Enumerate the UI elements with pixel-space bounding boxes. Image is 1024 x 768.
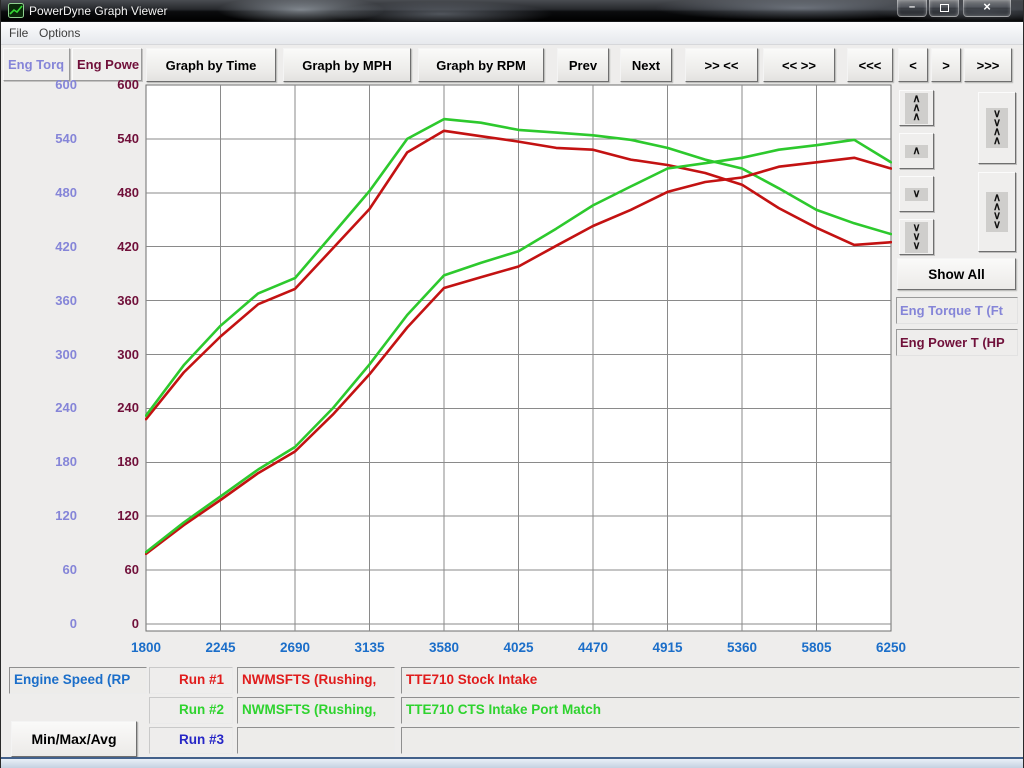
- power-axis-tick: 420: [81, 239, 139, 254]
- graph-by-mph-button[interactable]: Graph by MPH: [283, 48, 411, 82]
- legend-power-channel[interactable]: Eng Power T (HP: [896, 329, 1018, 356]
- x-axis-tick: 4470: [563, 640, 623, 655]
- scale-down-fast-button[interactable]: ∨∨∨: [899, 219, 934, 255]
- x-axis-tick: 1800: [116, 640, 176, 655]
- torque-axis-tick: 540: [19, 131, 77, 146]
- torque-axis-tick: 360: [19, 293, 77, 308]
- zoom-out-x-button[interactable]: << >>: [763, 48, 835, 82]
- run-description-field-3[interactable]: [401, 727, 1020, 754]
- torque-axis-tick: 240: [19, 400, 77, 415]
- x-axis-tick: 3135: [340, 640, 400, 655]
- scale-down-button[interactable]: ∨: [899, 176, 934, 212]
- power-axis-tick: 180: [81, 454, 139, 469]
- torque-axis-tick: 480: [19, 185, 77, 200]
- prev-button[interactable]: Prev: [557, 48, 609, 82]
- x-axis-tick: 4915: [638, 640, 698, 655]
- x-axis-tick: 6250: [861, 640, 921, 655]
- scroll-left-fast-button[interactable]: <<<: [847, 48, 893, 82]
- scale-up-fast-button[interactable]: ∧∧∧: [899, 90, 934, 126]
- graph-by-rpm-button[interactable]: Graph by RPM: [418, 48, 544, 82]
- dyno-chart: [145, 84, 892, 632]
- torque-axis-tick: 300: [19, 347, 77, 362]
- scroll-left-button[interactable]: <: [898, 48, 928, 82]
- powerdyne-window: PowerDyne Graph Viewer – × File Options …: [0, 0, 1024, 768]
- run-comment-field-2[interactable]: NWMSFTS (Rushing,: [237, 697, 395, 724]
- power-axis-tick: 300: [81, 347, 139, 362]
- power-axis-tick: 600: [81, 77, 139, 92]
- menu-options[interactable]: Options: [39, 26, 80, 40]
- menu-file[interactable]: File: [9, 26, 28, 40]
- power-axis-tick: 0: [81, 616, 139, 631]
- legend-torque-channel[interactable]: Eng Torque T (Ft: [896, 297, 1018, 324]
- next-button[interactable]: Next: [620, 48, 672, 82]
- window-bottom-edge: [1, 757, 1024, 768]
- close-button[interactable]: ×: [963, 0, 1011, 17]
- title-bar: PowerDyne Graph Viewer – ×: [1, 0, 1024, 22]
- power-axis-tick: 240: [81, 400, 139, 415]
- power-axis-tick: 540: [81, 131, 139, 146]
- run-comment-field-3[interactable]: [237, 727, 395, 754]
- power-axis-tick: 60: [81, 562, 139, 577]
- run-label-3: Run #3: [149, 727, 233, 754]
- scroll-right-fast-button[interactable]: >>>: [964, 48, 1012, 82]
- torque-axis-tick: 600: [19, 77, 77, 92]
- menu-bar: File Options: [1, 22, 1024, 45]
- minimize-button[interactable]: –: [897, 0, 927, 17]
- run-comment-field-1[interactable]: NWMSFTS (Rushing,: [237, 667, 395, 694]
- compress-y-button[interactable]: ∨∨∧∧: [978, 92, 1016, 164]
- run-description-field-1[interactable]: TTE710 Stock Intake: [401, 667, 1020, 694]
- x-axis-tick: 3580: [414, 640, 474, 655]
- x-axis-tick: 2690: [265, 640, 325, 655]
- x-axis-tick: 4025: [489, 640, 549, 655]
- torque-axis-tick: 60: [19, 562, 77, 577]
- power-axis-tick: 120: [81, 508, 139, 523]
- run-label-1: Run #1: [149, 667, 233, 694]
- scale-up-button[interactable]: ∧: [899, 133, 934, 169]
- x-axis-tick: 5360: [712, 640, 772, 655]
- app-icon: [8, 3, 24, 18]
- window-title: PowerDyne Graph Viewer: [29, 4, 168, 18]
- run-description-field-2[interactable]: TTE710 CTS Intake Port Match: [401, 697, 1020, 724]
- x-axis-tick: 5805: [787, 640, 847, 655]
- power-axis-tick: 360: [81, 293, 139, 308]
- power-axis-tick: 480: [81, 185, 139, 200]
- torque-axis-tick: 420: [19, 239, 77, 254]
- torque-axis-tick: 0: [19, 616, 77, 631]
- expand-y-button[interactable]: ∧∧∨∨: [978, 172, 1016, 252]
- maximize-icon: [940, 4, 949, 12]
- maximize-button[interactable]: [929, 0, 959, 17]
- minmax-avg-button[interactable]: Min/Max/Avg: [11, 721, 137, 757]
- x-channel-field[interactable]: Engine Speed (RP: [9, 667, 147, 694]
- zoom-in-x-button[interactable]: >> <<: [685, 48, 758, 82]
- torque-axis-tick: 120: [19, 508, 77, 523]
- scroll-right-button[interactable]: >: [931, 48, 961, 82]
- graph-by-time-button[interactable]: Graph by Time: [146, 48, 276, 82]
- x-axis-tick: 2245: [191, 640, 251, 655]
- run-label-2: Run #2: [149, 697, 233, 724]
- show-all-button[interactable]: Show All: [897, 258, 1016, 290]
- torque-axis-tick: 180: [19, 454, 77, 469]
